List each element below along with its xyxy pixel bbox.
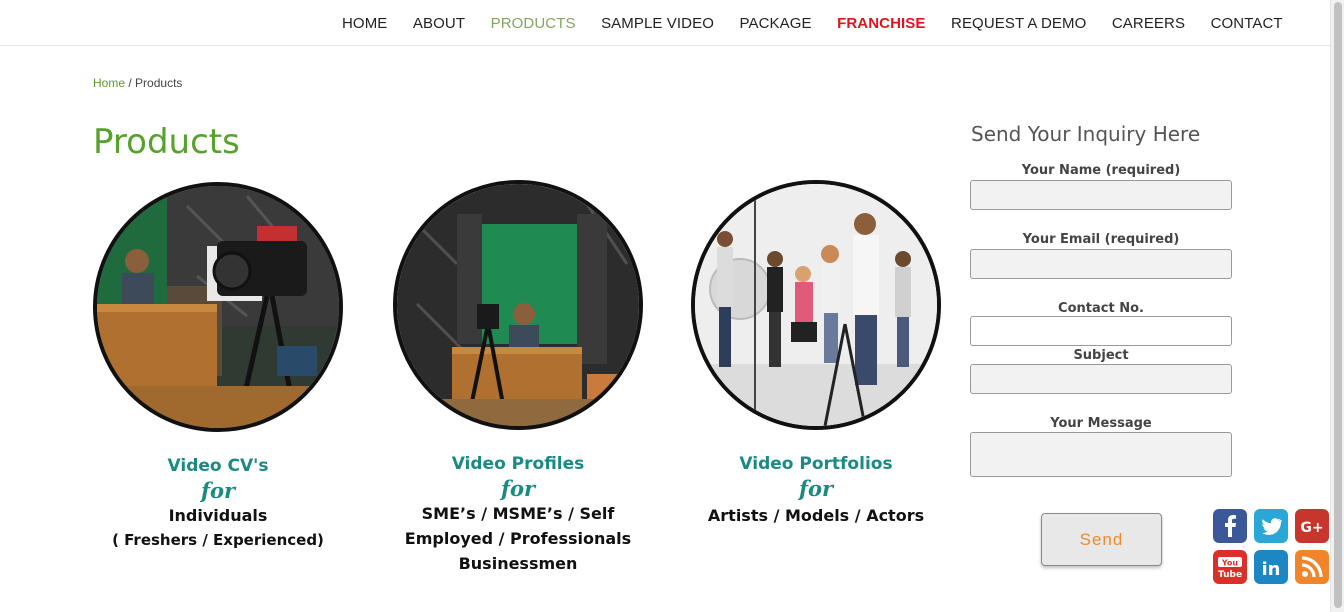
- product-title[interactable]: Video CV's: [88, 456, 348, 476]
- product-for: for: [798, 476, 834, 501]
- vertical-scrollbar[interactable]: [1330, 0, 1344, 612]
- product-title[interactable]: Video Profiles: [388, 454, 648, 474]
- name-field[interactable]: [970, 180, 1232, 210]
- breadcrumb-home-link[interactable]: Home: [93, 76, 125, 90]
- message-label: Your Message: [1050, 416, 1152, 431]
- product-image-video-portfolios[interactable]: [691, 180, 941, 430]
- nav-home[interactable]: HOME: [342, 15, 387, 32]
- google-plus-text: G+: [1300, 520, 1323, 536]
- scrollbar-thumb[interactable]: [1334, 2, 1342, 608]
- subject-field[interactable]: [970, 364, 1232, 394]
- rss-icon[interactable]: [1295, 550, 1329, 584]
- email-label: Your Email (required): [1022, 232, 1180, 247]
- breadcrumb-separator: /: [128, 76, 132, 90]
- product-video-cv: Video CV's for Individuals ( Freshers / …: [88, 182, 348, 552]
- page: HOME ABOUT PRODUCTS SAMPLE VIDEO PACKAGE…: [0, 0, 1344, 612]
- product-audience-detail: ( Freshers / Experienced): [112, 531, 324, 549]
- email-field[interactable]: [970, 249, 1232, 279]
- facebook-icon[interactable]: [1213, 509, 1247, 543]
- name-label: Your Name (required): [1021, 163, 1181, 178]
- nav-sample-video[interactable]: SAMPLE VIDEO: [601, 15, 714, 32]
- nav-package[interactable]: PACKAGE: [739, 15, 811, 32]
- product-image-video-profiles[interactable]: [393, 180, 643, 430]
- contact-field[interactable]: [970, 316, 1232, 346]
- nav-careers[interactable]: CAREERS: [1112, 15, 1185, 32]
- nav-request-demo[interactable]: REQUEST A DEMO: [951, 15, 1086, 32]
- product-video-profiles: Video Profiles for SME’s / MSME’s / Self…: [388, 180, 648, 576]
- breadcrumb: Home / Products: [93, 76, 182, 90]
- google-plus-icon[interactable]: G+: [1295, 509, 1329, 543]
- product-for: for: [200, 478, 236, 503]
- product-audience: Artists / Models / Actors: [707, 506, 925, 525]
- youtube-text-bottom: Tube: [1218, 570, 1242, 580]
- subject-label: Subject: [1073, 348, 1129, 363]
- twitter-icon[interactable]: [1254, 509, 1288, 543]
- product-audience: SME’s / MSME’s / Self: [421, 504, 615, 523]
- nav-contact[interactable]: CONTACT: [1211, 15, 1283, 32]
- inquiry-form: Send Your Inquiry Here Your Name (requir…: [970, 122, 1234, 477]
- breadcrumb-current: Products: [135, 76, 183, 90]
- youtube-icon[interactable]: You Tube: [1213, 550, 1247, 584]
- product-video-portfolios: Video Portfolios for Artists / Models / …: [686, 180, 946, 528]
- page-title: Products: [93, 122, 240, 162]
- nav-about[interactable]: ABOUT: [413, 15, 465, 32]
- product-for: for: [500, 476, 536, 501]
- message-field[interactable]: [970, 432, 1232, 477]
- nav-franchise[interactable]: FRANCHISE: [837, 15, 925, 32]
- product-audience: Individuals: [168, 506, 268, 525]
- product-image-video-cv[interactable]: [93, 182, 343, 432]
- product-audience: Businessmen: [458, 554, 578, 573]
- contact-label: Contact No.: [1058, 301, 1144, 316]
- youtube-text-top: You: [1221, 559, 1239, 568]
- linkedin-icon[interactable]: in: [1254, 550, 1288, 584]
- product-audience: Employed / Professionals: [404, 529, 632, 548]
- nav-products[interactable]: PRODUCTS: [491, 15, 576, 32]
- send-button[interactable]: Send: [1041, 513, 1162, 566]
- form-heading: Send Your Inquiry Here: [971, 122, 1201, 146]
- top-navigation: HOME ABOUT PRODUCTS SAMPLE VIDEO PACKAGE…: [0, 0, 1330, 46]
- product-title[interactable]: Video Portfolios: [686, 454, 946, 474]
- linkedin-text: in: [1262, 559, 1281, 580]
